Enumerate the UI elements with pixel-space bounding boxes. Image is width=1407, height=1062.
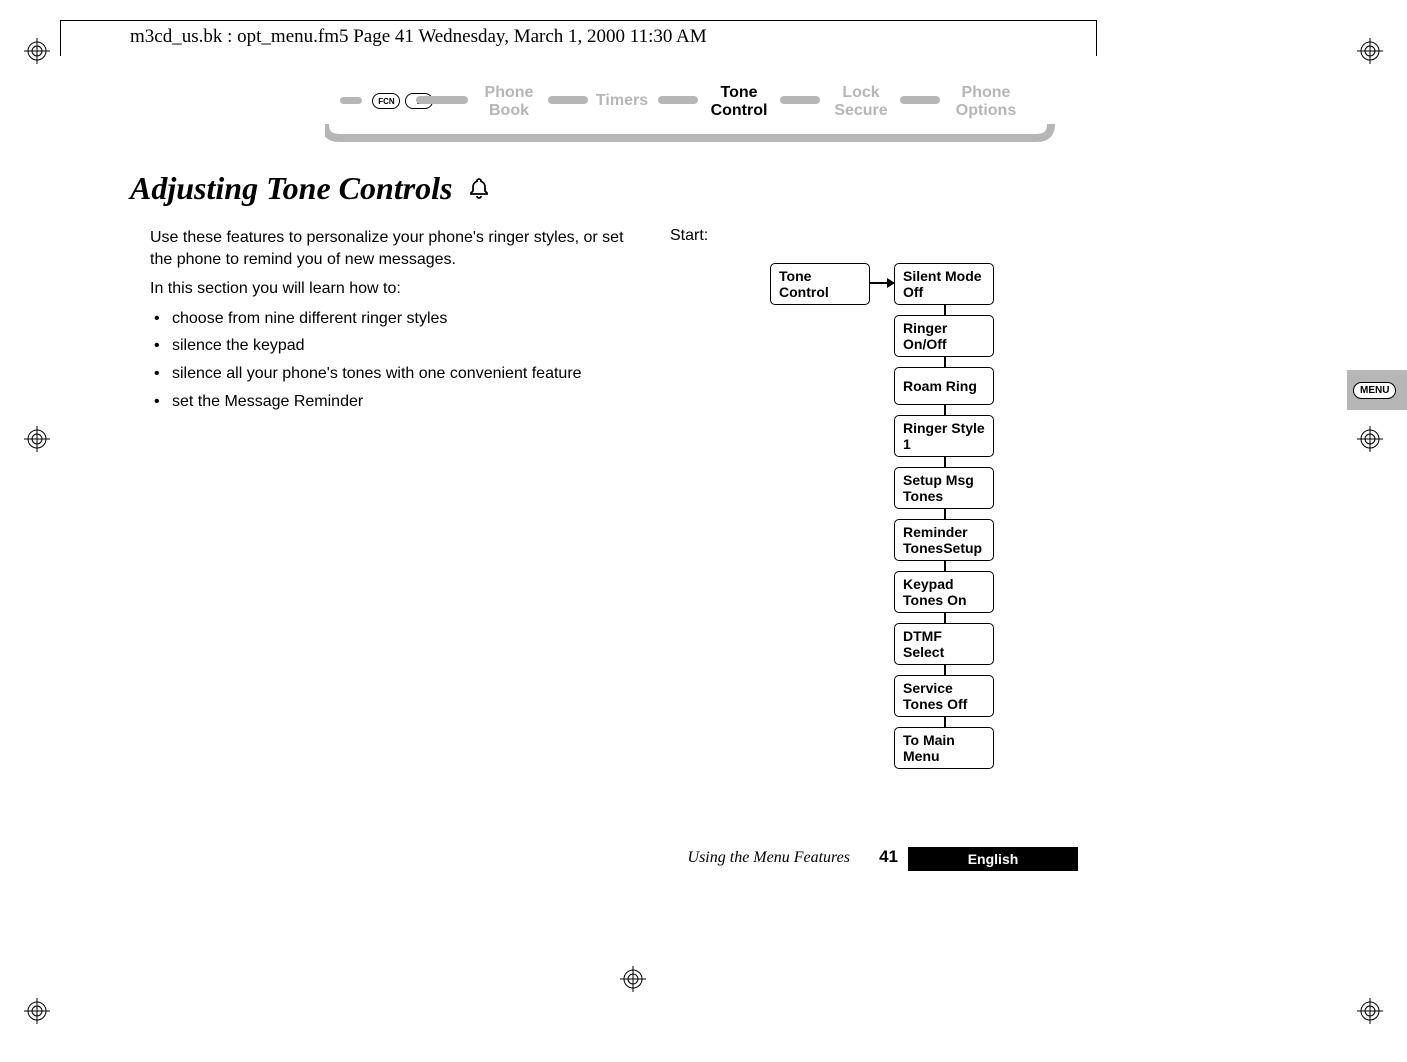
intro-paragraph-1: Use these features to personalize your p… <box>150 227 650 270</box>
document-header-path: m3cd_us.bk : opt_menu.fm5 Page 41 Wednes… <box>130 26 707 48</box>
footer-section-name: Using the Menu Features <box>688 849 850 867</box>
list-item: silence the keypad <box>150 335 650 357</box>
diagram-child-box: Roam Ring <box>894 367 994 405</box>
diagram-child-box: Setup Msg Tones <box>894 467 994 509</box>
diagram-start-label: Start: <box>670 227 1130 245</box>
diagram-connector <box>944 717 946 727</box>
menu-breadcrumb-ribbon: FCN 1 PhoneBook Timers ToneControl LockS… <box>230 80 1150 150</box>
registration-mark <box>1357 998 1383 1024</box>
diagram-child-box: Ringer Style 1 <box>894 415 994 457</box>
diagram-child-box: Service Tones Off <box>894 675 994 717</box>
registration-mark <box>1357 426 1383 452</box>
nav-phone-options: PhoneOptions <box>946 84 1026 120</box>
diagram-connector <box>944 561 946 571</box>
registration-mark <box>620 966 646 992</box>
registration-mark <box>24 38 50 64</box>
diagram-child-box: Ringer On/Off <box>894 315 994 357</box>
diagram-child-box: Reminder TonesSetup <box>894 519 994 561</box>
menu-key-icon: MENU <box>1353 382 1396 399</box>
nav-tone-control: ToneControl <box>704 84 774 120</box>
footer-language-badge: English <box>908 847 1078 871</box>
diagram-connector <box>944 613 946 623</box>
diagram-connector <box>944 509 946 519</box>
intro-text-column: Use these features to personalize your p… <box>150 227 650 418</box>
fcn-key-icon: FCN <box>372 93 400 109</box>
diagram-child-box: Silent Mode Off <box>894 263 994 305</box>
diagram-connector <box>944 305 946 315</box>
diagram-connector <box>944 357 946 367</box>
registration-mark <box>24 426 50 452</box>
diagram-connector <box>944 405 946 415</box>
list-item: choose from nine different ringer styles <box>150 308 650 330</box>
list-item: silence all your phone's tones with one … <box>150 363 650 385</box>
diagram-connector <box>944 457 946 467</box>
side-tab-menu: MENU <box>1347 370 1407 410</box>
bell-icon <box>467 172 491 209</box>
nav-lock-secure: LockSecure <box>826 84 896 120</box>
diagram-parent-box: Tone Control <box>770 263 870 305</box>
diagram-child-box: To Main Menu <box>894 727 994 769</box>
diagram-child-box: Keypad Tones On <box>894 571 994 613</box>
arrow-right-icon <box>870 282 894 284</box>
diagram-connector <box>944 665 946 675</box>
list-item: set the Message Reminder <box>150 391 650 413</box>
nav-underline-loop <box>325 124 1065 154</box>
nav-timers: Timers <box>592 92 652 110</box>
registration-mark <box>1357 38 1383 64</box>
feature-bullet-list: choose from nine different ringer styles… <box>150 308 650 412</box>
diagram-child-box: DTMF Select <box>894 623 994 665</box>
intro-paragraph-2: In this section you will learn how to: <box>150 278 650 300</box>
registration-mark <box>24 998 50 1024</box>
footer-page-number: 41 <box>879 847 898 867</box>
nav-phone-book: PhoneBook <box>474 84 544 120</box>
page-title: Adjusting Tone Controls <box>130 170 1150 209</box>
